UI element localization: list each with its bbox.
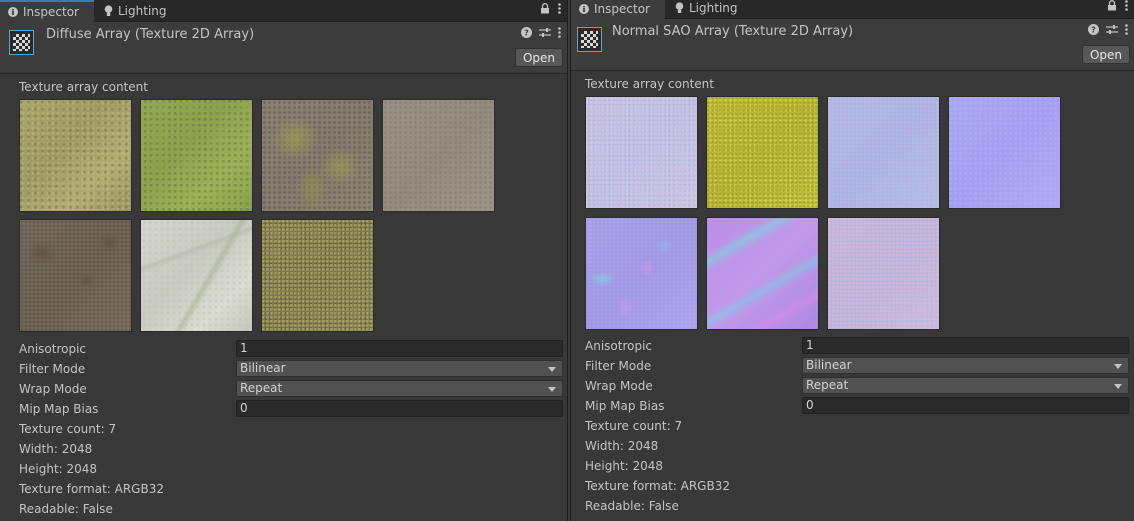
- texture-array-icon: [577, 27, 602, 52]
- tab-inspector[interactable]: Inspector: [0, 0, 94, 22]
- tab-lighting-label: Lighting: [689, 1, 738, 15]
- tab-bar: Inspector Lighting: [571, 0, 1134, 19]
- wrap-mode-value: Repeat: [806, 378, 849, 392]
- lightbulb-icon: [675, 2, 684, 14]
- texture-count: Texture count: 7: [585, 419, 683, 433]
- asset-header: Diffuse Array (Texture 2D Array) ? Open: [0, 22, 567, 74]
- inspector-panel-left: Inspector Lighting Diffuse Array (Textur…: [0, 0, 567, 521]
- tab-lighting[interactable]: Lighting: [96, 0, 176, 22]
- texture-thumbnail[interactable]: [585, 217, 698, 330]
- svg-text:?: ?: [524, 29, 529, 38]
- more-icon[interactable]: [1125, 0, 1128, 14]
- wrap-mode-label: Wrap Mode: [585, 379, 653, 393]
- more-icon[interactable]: [1125, 24, 1128, 38]
- wrap-mode-value: Repeat: [240, 381, 283, 395]
- mip-map-bias-label: Mip Map Bias: [585, 399, 665, 413]
- texture-thumbnail[interactable]: [140, 219, 253, 332]
- texture-height: Height: 2048: [19, 462, 98, 476]
- texture-thumbnail[interactable]: [706, 217, 819, 330]
- dropdown-caret-icon: [1114, 384, 1122, 389]
- texture-thumbnail[interactable]: [706, 96, 819, 209]
- lightbulb-icon: [104, 5, 113, 17]
- inspector-panel-right: Inspector Lighting Normal SAO Array (Tex…: [571, 0, 1134, 521]
- lock-icon[interactable]: [540, 3, 550, 17]
- info-icon: [8, 7, 18, 17]
- anisotropic-label: Anisotropic: [19, 342, 87, 356]
- help-icon[interactable]: ?: [1088, 24, 1099, 38]
- anisotropic-label: Anisotropic: [585, 339, 653, 353]
- texture-height: Height: 2048: [585, 459, 664, 473]
- section-label: Texture array content: [19, 80, 148, 94]
- section-label: Texture array content: [585, 77, 714, 91]
- tab-inspector[interactable]: Inspector: [571, 0, 665, 19]
- dropdown-caret-icon: [548, 367, 556, 372]
- texture-format: Texture format: ARGB32: [19, 482, 164, 496]
- texture-thumbnail[interactable]: [827, 217, 940, 330]
- texture-thumbnail[interactable]: [827, 96, 940, 209]
- filter-mode-label: Filter Mode: [19, 362, 86, 376]
- info-icon: [579, 4, 589, 14]
- filter-mode-dropdown[interactable]: Bilinear: [236, 360, 563, 377]
- texture-readable: Readable: False: [19, 502, 113, 516]
- more-icon[interactable]: [558, 27, 561, 41]
- lock-icon[interactable]: [1107, 0, 1117, 14]
- open-button[interactable]: Open: [514, 48, 563, 67]
- wrap-mode-dropdown[interactable]: Repeat: [236, 380, 563, 397]
- texture-thumbnail[interactable]: [585, 96, 698, 209]
- mip-map-bias-field[interactable]: 0: [236, 400, 563, 417]
- asset-title: Diffuse Array (Texture 2D Array): [46, 27, 255, 42]
- texture-thumbnail[interactable]: [948, 96, 1061, 209]
- texture-thumbnail[interactable]: [19, 219, 132, 332]
- texture-count: Texture count: 7: [19, 422, 117, 436]
- anisotropic-field[interactable]: 1: [236, 340, 563, 357]
- wrap-mode-dropdown[interactable]: Repeat: [802, 377, 1129, 394]
- texture-thumbnail[interactable]: [19, 99, 132, 212]
- texture-readable: Readable: False: [585, 499, 679, 513]
- texture-width: Width: 2048: [19, 442, 93, 456]
- asset-header: Normal SAO Array (Texture 2D Array) ? Op…: [571, 19, 1134, 71]
- svg-text:?: ?: [1091, 26, 1096, 35]
- mip-map-bias-field[interactable]: 0: [802, 397, 1129, 414]
- filter-mode-label: Filter Mode: [585, 359, 652, 373]
- texture-array-icon: [9, 30, 34, 55]
- tab-lighting-label: Lighting: [118, 4, 167, 18]
- anisotropic-field[interactable]: 1: [802, 337, 1129, 354]
- filter-mode-value: Bilinear: [806, 358, 852, 372]
- texture-width: Width: 2048: [585, 439, 659, 453]
- filter-mode-value: Bilinear: [240, 361, 286, 375]
- help-icon[interactable]: ?: [521, 27, 532, 41]
- open-button[interactable]: Open: [1081, 45, 1130, 64]
- tab-inspector-label: Inspector: [594, 2, 650, 16]
- texture-thumbnail[interactable]: [261, 219, 374, 332]
- more-icon[interactable]: [558, 3, 561, 17]
- texture-thumbnail[interactable]: [382, 99, 495, 212]
- settings-sliders-icon[interactable]: [1106, 24, 1118, 38]
- settings-sliders-icon[interactable]: [539, 27, 551, 41]
- asset-title: Normal SAO Array (Texture 2D Array): [612, 24, 854, 39]
- tab-lighting[interactable]: Lighting: [667, 0, 747, 19]
- texture-thumbnail[interactable]: [140, 99, 253, 212]
- filter-mode-dropdown[interactable]: Bilinear: [802, 357, 1129, 374]
- mip-map-bias-label: Mip Map Bias: [19, 402, 99, 416]
- tab-bar: Inspector Lighting: [0, 0, 567, 22]
- dropdown-caret-icon: [1114, 364, 1122, 369]
- dropdown-caret-icon: [548, 387, 556, 392]
- texture-format: Texture format: ARGB32: [585, 479, 730, 493]
- tab-inspector-label: Inspector: [23, 5, 79, 19]
- texture-thumbnail[interactable]: [261, 99, 374, 212]
- wrap-mode-label: Wrap Mode: [19, 382, 87, 396]
